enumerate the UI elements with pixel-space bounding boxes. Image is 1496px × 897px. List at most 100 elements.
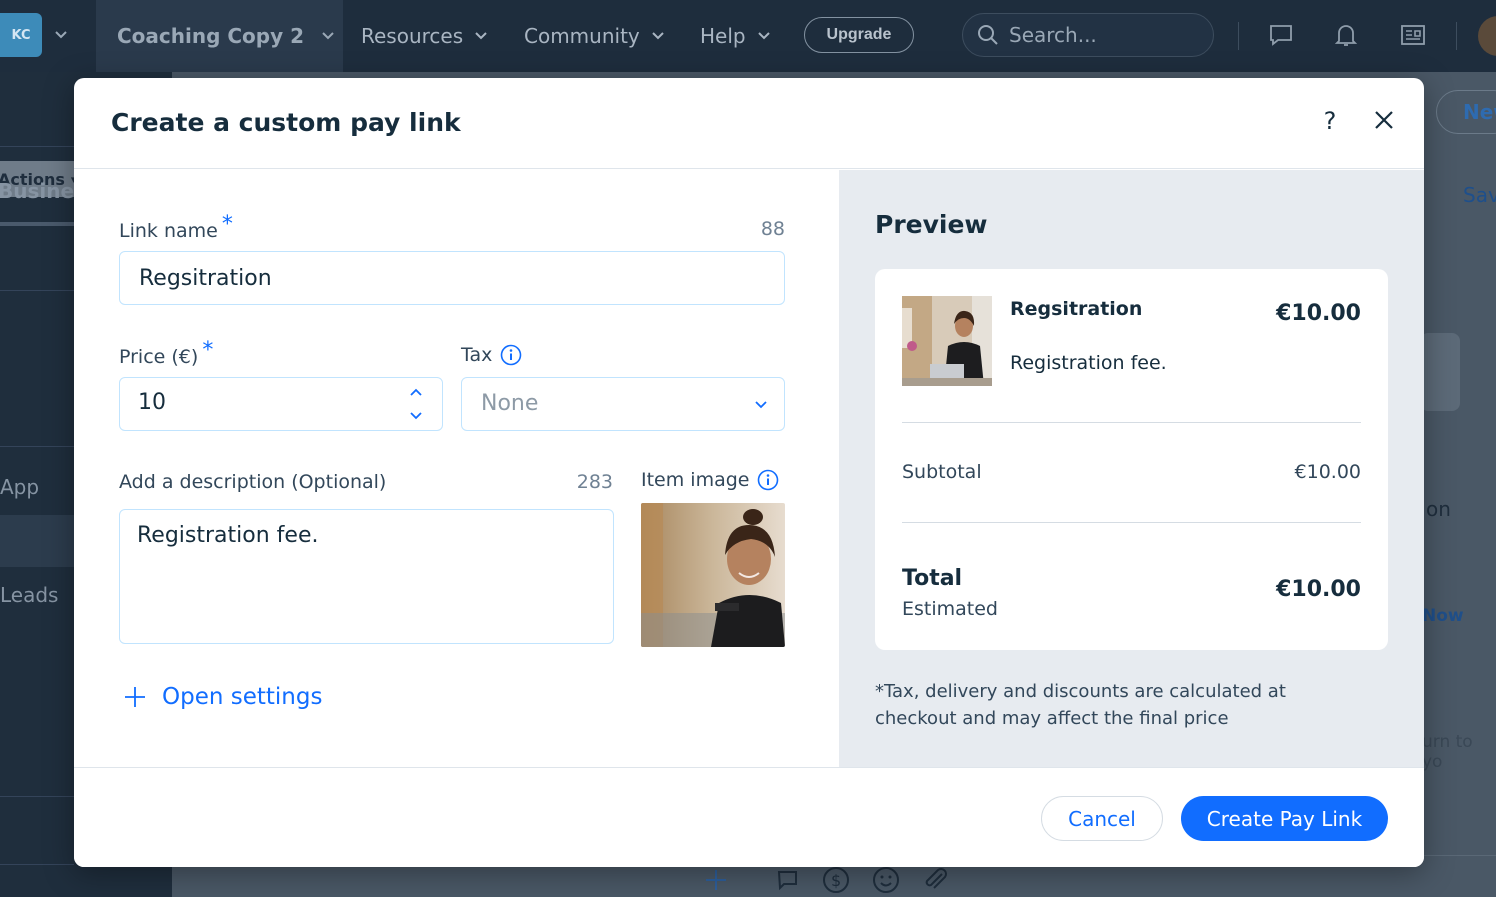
close-icon: [1375, 111, 1393, 129]
open-settings-button[interactable]: Open settings: [124, 684, 322, 710]
label-text: Price (€): [119, 346, 199, 368]
dollar-icon[interactable]: $: [822, 866, 850, 894]
share-icon[interactable]: [776, 866, 804, 894]
preview-card: Regsitration €10.00 Registration fee. Su…: [875, 269, 1388, 650]
price-field[interactable]: [119, 377, 443, 431]
pay-link-dialog: Create a custom pay link ? Link name * 88…: [74, 78, 1424, 867]
divider: [1456, 22, 1457, 50]
selected-item: [0, 515, 74, 567]
divider: [902, 522, 1361, 523]
nav-help[interactable]: Help: [700, 0, 772, 72]
link-name-input[interactable]: [119, 251, 785, 305]
price-label: Price (€) *: [119, 338, 213, 369]
description-textarea[interactable]: Registration fee.: [119, 509, 614, 644]
close-button[interactable]: [1370, 106, 1398, 134]
item-image-label: Item image: [641, 469, 779, 491]
chevron-down-icon: [652, 32, 664, 40]
chevron-down-icon: [322, 32, 334, 40]
search-box[interactable]: [962, 13, 1214, 57]
leads-label[interactable]: Leads: [0, 583, 58, 607]
divider: [0, 146, 74, 147]
emoji-icon[interactable]: [872, 866, 900, 894]
preview-item-name: Regsitration: [1010, 298, 1143, 320]
divider: [902, 422, 1361, 423]
divider: [0, 290, 74, 291]
tax-label: Tax: [461, 344, 522, 366]
preview-note: *Tax, delivery and discounts are calcula…: [875, 681, 1286, 729]
nav-label: Resources: [361, 24, 464, 48]
pay-link-form: Link name* 88 Price (€)* Tax None Add a …: [74, 170, 839, 767]
required-mark: *: [221, 212, 233, 237]
save-label[interactable]: Save: [1463, 183, 1496, 207]
divider: [0, 222, 74, 226]
divider: [0, 796, 74, 797]
preview-panel: Preview Regsitration €10.00 Registration…: [839, 170, 1424, 767]
preview-thumbnail: [902, 296, 992, 386]
subtotal-label: Subtotal: [902, 461, 982, 483]
svg-text:$: $: [831, 871, 841, 890]
cancel-button[interactable]: Cancel: [1041, 796, 1163, 841]
avatar[interactable]: [1478, 16, 1496, 56]
link-name-label: Link name *: [119, 212, 233, 243]
label-text: Tax: [461, 344, 493, 366]
chevron-down-icon: [755, 401, 767, 409]
search-input[interactable]: [1009, 23, 1199, 47]
estimated-label: Estimated: [902, 598, 998, 620]
stepper-arrows-icon[interactable]: [409, 386, 423, 422]
required-mark: *: [202, 338, 214, 363]
upgrade-button[interactable]: Upgrade: [804, 17, 914, 53]
search-icon: [978, 25, 998, 45]
woman-laptop-photo-icon: [902, 296, 992, 386]
divider: [0, 864, 74, 865]
chevron-down-icon[interactable]: [52, 26, 70, 44]
open-settings-label: Open settings: [162, 684, 323, 710]
site-switcher[interactable]: Coaching Copy 2: [96, 0, 343, 72]
chat-icon[interactable]: [1268, 22, 1294, 48]
nav-resources[interactable]: Resources: [361, 0, 489, 72]
divider: [1238, 22, 1239, 50]
background-card: [1420, 333, 1460, 411]
nav-label: Help: [700, 24, 746, 48]
price-input[interactable]: [138, 390, 388, 415]
preview-item-price: €10.00: [1276, 301, 1361, 326]
woman-photo-icon: [641, 503, 785, 647]
create-pay-link-button[interactable]: Create Pay Link: [1181, 796, 1388, 841]
preview-item-description: Registration fee.: [1010, 352, 1167, 374]
info-icon[interactable]: [757, 469, 779, 491]
app-label[interactable]: App: [0, 475, 39, 499]
plus-icon: [125, 687, 145, 707]
nav-label: Community: [524, 24, 640, 48]
background-text: urn to yo: [1422, 732, 1473, 772]
total-label: Total: [902, 566, 963, 591]
site-name: Coaching Copy 2: [117, 24, 305, 48]
subtotal-value: €10.00: [1294, 461, 1361, 483]
link-name-counter: 88: [760, 218, 785, 240]
total-value: €10.00: [1276, 577, 1361, 602]
chevron-down-icon: [757, 32, 770, 40]
label-text: Item image: [641, 469, 750, 491]
account-logo[interactable]: KC: [0, 13, 42, 57]
attachment-icon[interactable]: [922, 866, 950, 894]
preview-title: Preview: [875, 210, 988, 239]
description-counter: 283: [576, 471, 613, 493]
dialog-header: Create a custom pay link ?: [74, 78, 1424, 169]
background-text: on: [1426, 497, 1451, 521]
nav-community[interactable]: Community: [524, 0, 666, 72]
bell-icon[interactable]: [1333, 22, 1359, 48]
divider: [0, 446, 74, 447]
dialog-title: Create a custom pay link: [111, 108, 461, 137]
info-icon[interactable]: [500, 344, 522, 366]
now-link[interactable]: Now: [1422, 606, 1464, 626]
dialog-footer: Cancel Create Pay Link: [74, 767, 1424, 867]
tax-selected-value: None: [481, 391, 539, 416]
top-bar: KC Coaching Copy 2 Resources Community H…: [0, 0, 1496, 72]
newsfeed-icon[interactable]: [1400, 22, 1426, 48]
new-button[interactable]: New: [1436, 90, 1496, 134]
chevron-down-icon: [475, 32, 487, 40]
tax-select[interactable]: None: [461, 377, 785, 431]
item-image[interactable]: [641, 503, 785, 647]
plus-icon[interactable]: [704, 868, 728, 892]
help-button[interactable]: ?: [1318, 106, 1342, 136]
label-text: Link name: [119, 220, 218, 242]
description-label: Add a description (Optional): [119, 471, 387, 493]
